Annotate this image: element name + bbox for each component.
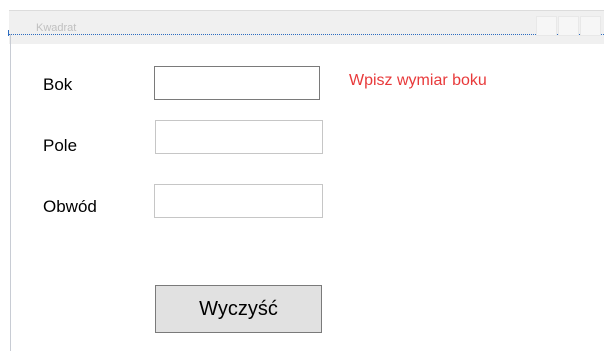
clear-button[interactable]: Wyczyść — [155, 285, 322, 333]
minimize-button[interactable] — [536, 16, 557, 36]
resize-handle[interactable] — [8, 30, 12, 36]
app-window: Kwadrat Bok Wpisz wymiar boku Pole Obwód… — [0, 0, 604, 351]
window-title: Kwadrat — [36, 22, 77, 34]
window-left-border — [10, 34, 11, 351]
area-output[interactable] — [155, 120, 323, 154]
side-input[interactable] — [154, 66, 320, 100]
maximize-button[interactable] — [558, 16, 579, 36]
perimeter-output[interactable] — [154, 184, 323, 218]
title-bar[interactable] — [9, 10, 604, 44]
hint-message: Wpisz wymiar boku — [349, 72, 487, 89]
close-button[interactable] — [580, 16, 601, 36]
side-label: Bok — [43, 75, 73, 94]
area-label: Pole — [43, 136, 78, 155]
perimeter-label: Obwód — [43, 197, 97, 216]
selection-outline — [9, 34, 604, 35]
